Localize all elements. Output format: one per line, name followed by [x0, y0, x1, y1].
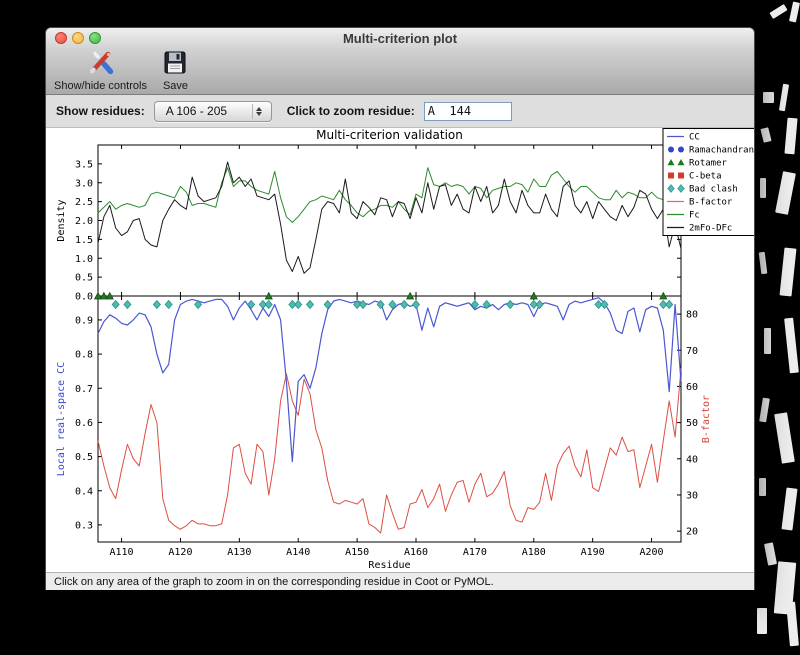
screen-artifact	[757, 608, 767, 634]
minimize-button[interactable]	[72, 32, 84, 44]
screen-artifact	[788, 1, 800, 23]
svg-text:Rotamer: Rotamer	[689, 159, 728, 169]
svg-text:A180: A180	[522, 547, 546, 558]
svg-text:Density: Density	[56, 199, 67, 241]
svg-text:0.5: 0.5	[75, 273, 93, 284]
svg-text:A170: A170	[463, 547, 487, 558]
title-bar[interactable]: Multi-criterion plot	[46, 28, 754, 49]
svg-text:1.5: 1.5	[75, 235, 93, 246]
app-window: Multi-criterion plot Show/hide controls	[45, 27, 755, 590]
svg-text:Bad clash: Bad clash	[689, 185, 738, 195]
screen-artifact	[784, 117, 798, 155]
svg-text:Local real-space CC: Local real-space CC	[56, 362, 67, 476]
show-hide-controls-label: Show/hide controls	[54, 80, 147, 92]
svg-text:30: 30	[686, 490, 698, 501]
screen-artifact	[781, 487, 798, 531]
screen-artifact	[764, 328, 771, 354]
figure-canvas: Multi-criterion validation 0.0 0.5 1.0 1.5 2.…	[46, 128, 754, 572]
svg-text:3.5: 3.5	[75, 159, 93, 170]
svg-text:0.4: 0.4	[75, 486, 93, 497]
svg-text:C-beta: C-beta	[689, 172, 722, 182]
status-bar: Click on any area of the graph to zoom i…	[46, 572, 754, 590]
svg-text:20: 20	[686, 527, 698, 538]
svg-text:Fc: Fc	[689, 211, 700, 221]
controls-row: Show residues: A 106 - 205 Click to zoom…	[46, 95, 754, 128]
screen-artifact	[786, 601, 799, 647]
window-title: Multi-criterion plot	[342, 31, 458, 46]
screen-artifact	[760, 178, 766, 198]
svg-text:0.5: 0.5	[75, 452, 93, 463]
show-residues-label: Show residues:	[56, 104, 145, 118]
screen-artifact	[760, 127, 772, 143]
save-floppy-icon	[163, 50, 187, 79]
svg-text:A150: A150	[345, 547, 369, 558]
screen-artifact	[759, 478, 766, 496]
svg-text:A110: A110	[110, 547, 134, 558]
svg-text:A130: A130	[227, 547, 251, 558]
window-controls	[55, 32, 101, 44]
screen-artifact	[758, 251, 768, 275]
show-residues-select[interactable]: A 106 - 205	[153, 100, 272, 122]
svg-text:Ramachandran: Ramachandran	[689, 146, 754, 156]
svg-text:0.0: 0.0	[75, 292, 93, 303]
screen-artifact	[759, 397, 770, 423]
screen-artifact	[775, 171, 796, 215]
svg-text:1.0: 1.0	[75, 254, 93, 265]
screen-artifact	[763, 542, 778, 566]
screen-artifact	[784, 317, 799, 374]
svg-text:0.6: 0.6	[75, 418, 93, 429]
svg-text:Residue: Residue	[368, 560, 410, 571]
svg-text:B-factor: B-factor	[701, 395, 712, 443]
svg-text:A120: A120	[168, 547, 192, 558]
stepper-arrows-icon	[251, 103, 266, 119]
multi-criterion-plot-canvas[interactable]: Multi-criterion validation 0.0 0.5 1.0 1.5 2.…	[46, 128, 754, 572]
screen-artifact	[778, 83, 790, 112]
svg-text:0.3: 0.3	[75, 520, 93, 531]
show-residues-value: A 106 - 205	[165, 104, 228, 118]
svg-text:0.8: 0.8	[75, 350, 93, 361]
svg-text:80: 80	[686, 310, 698, 321]
svg-text:A200: A200	[640, 547, 664, 558]
svg-text:CC: CC	[689, 133, 700, 143]
tools-icon	[87, 50, 114, 79]
zoom-window-button[interactable]	[89, 32, 101, 44]
svg-text:A190: A190	[581, 547, 605, 558]
svg-text:40: 40	[686, 454, 698, 465]
svg-text:A140: A140	[286, 547, 310, 558]
svg-text:0.7: 0.7	[75, 384, 93, 395]
close-button[interactable]	[55, 32, 67, 44]
svg-text:Multi-criterion validation: Multi-criterion validation	[316, 128, 463, 142]
svg-text:70: 70	[686, 346, 698, 357]
svg-text:50: 50	[686, 418, 698, 429]
status-text: Click on any area of the graph to zoom i…	[54, 575, 494, 588]
screen-artifact	[763, 92, 774, 103]
svg-text:B-factor: B-factor	[689, 198, 733, 208]
screen-artifact	[779, 247, 797, 297]
svg-text:2.0: 2.0	[75, 216, 93, 227]
toolbar: Show/hide controls Save	[46, 49, 754, 95]
save-label: Save	[162, 80, 189, 92]
screen-artifact	[774, 412, 795, 464]
svg-text:A160: A160	[404, 547, 428, 558]
svg-text:0.9: 0.9	[75, 315, 93, 326]
svg-text:2mFo-DFc: 2mFo-DFc	[689, 224, 732, 234]
svg-text:60: 60	[686, 382, 698, 393]
save-button[interactable]: Save	[163, 50, 188, 92]
show-hide-controls-button[interactable]: Show/hide controls	[54, 50, 147, 92]
svg-text:2.5: 2.5	[75, 197, 93, 208]
zoom-residue-input[interactable]	[423, 101, 512, 121]
zoom-residue-label: Click to zoom residue:	[286, 104, 415, 118]
screen-artifact	[769, 4, 788, 19]
svg-text:3.0: 3.0	[75, 178, 93, 189]
